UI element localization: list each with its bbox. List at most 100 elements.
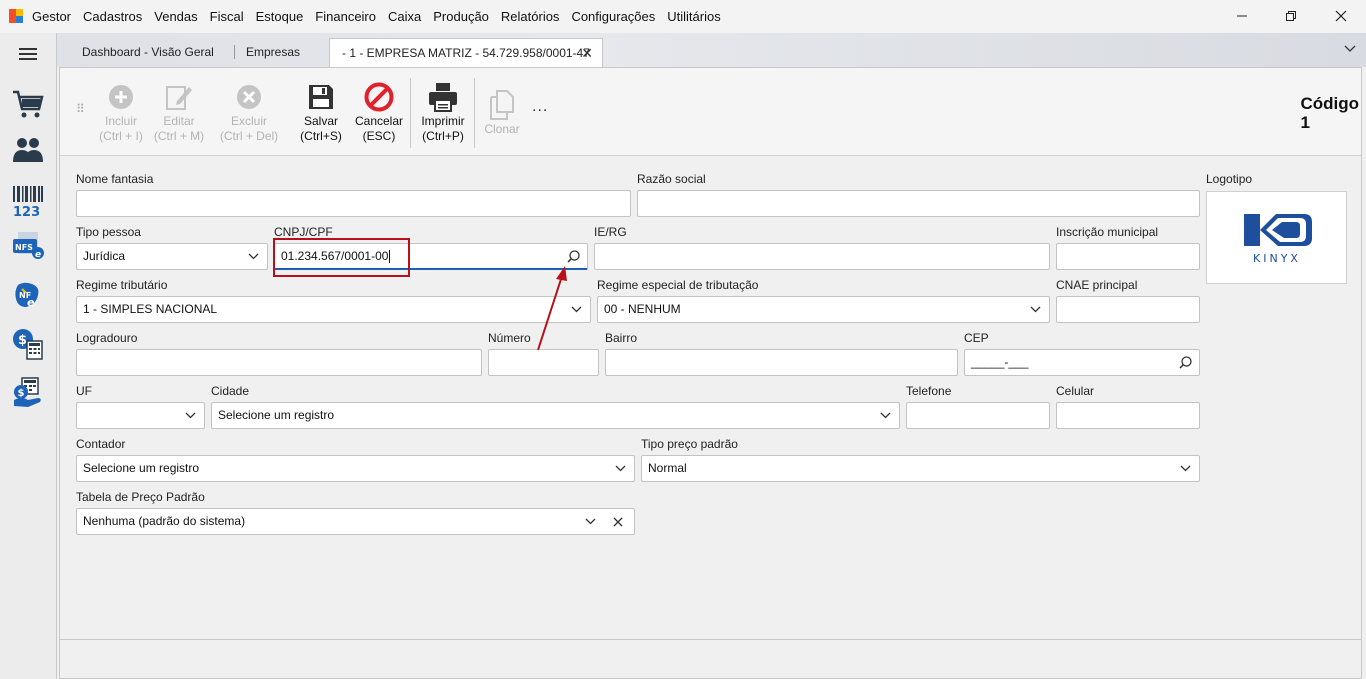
- menu-estoque[interactable]: Estoque: [250, 9, 310, 24]
- salvar-label: Salvar: [303, 114, 338, 128]
- chevron-down-icon[interactable]: [614, 456, 626, 481]
- uf-label: UF: [76, 384, 92, 398]
- save-icon: [309, 85, 333, 109]
- imprimir-label: Imprimir: [421, 114, 465, 128]
- menu-bar: Gestor Cadastros Vendas Fiscal Estoque F…: [32, 9, 727, 24]
- cancelar-button[interactable]: Cancelar (ESC): [352, 80, 406, 144]
- tab-label: Dashboard - Visão Geral: [82, 45, 214, 59]
- salvar-button[interactable]: Salvar (Ctrl+S): [296, 80, 346, 144]
- menu-relatorios[interactable]: Relatórios: [495, 9, 566, 24]
- chevron-down-icon[interactable]: [584, 509, 596, 534]
- imprimir-shortcut: (Ctrl+P): [422, 129, 464, 143]
- tab-close-button[interactable]: ✕: [581, 39, 593, 67]
- edit-icon: [166, 86, 192, 110]
- editar-label: Editar: [163, 114, 195, 128]
- excluir-shortcut: (Ctrl + Del): [219, 129, 279, 143]
- chevron-down-icon[interactable]: [247, 244, 259, 269]
- tab-label: Empresas: [246, 45, 301, 59]
- inscricao-municipal-input[interactable]: [1056, 243, 1200, 270]
- restore-button[interactable]: [1268, 5, 1314, 27]
- regime-especial-value: 00 - NENHUM: [604, 302, 681, 316]
- tabela-preco-padrao-value: Nenhuma (padrão do sistema): [83, 514, 246, 528]
- contador-label: Contador: [76, 437, 126, 451]
- search-icon[interactable]: [1179, 350, 1192, 375]
- close-window-button[interactable]: [1318, 5, 1364, 27]
- sidebar: 123 NFS e NF e $ $: [0, 33, 57, 679]
- tab-dashboard[interactable]: Dashboard - Visão Geral: [70, 38, 226, 67]
- regime-tributario-select[interactable]: 1 - SIMPLES NACIONAL: [76, 296, 591, 323]
- tipo-preco-padrao-select[interactable]: Normal: [641, 455, 1200, 482]
- form-area: [60, 157, 1361, 639]
- regime-especial-select[interactable]: 00 - NENHUM: [597, 296, 1050, 323]
- regime-tributario-label: Regime tributário: [76, 278, 168, 292]
- plus-circle-icon: [109, 85, 133, 109]
- cep-input[interactable]: _____-___: [964, 349, 1200, 376]
- editar-button[interactable]: Editar (Ctrl + M): [152, 80, 206, 144]
- menu-utilitarios[interactable]: Utilitários: [661, 9, 726, 24]
- logradouro-label: Logradouro: [76, 331, 138, 345]
- nfse-icon[interactable]: NFS e: [10, 229, 46, 263]
- chevron-down-icon[interactable]: [879, 403, 891, 428]
- tipo-preco-padrao-label: Tipo preço padrão: [641, 437, 738, 451]
- more-options-button[interactable]: ...: [532, 98, 548, 116]
- toolbar: ⠿ Incluir (Ctrl + I) Editar (Ctrl + M) E…: [60, 68, 1361, 156]
- salvar-shortcut: (Ctrl+S): [300, 129, 342, 143]
- menu-financeiro[interactable]: Financeiro: [309, 9, 382, 24]
- chevron-down-icon[interactable]: [1029, 297, 1041, 322]
- excluir-button[interactable]: Excluir (Ctrl + Del): [216, 80, 282, 144]
- clonar-button[interactable]: Clonar: [480, 88, 524, 137]
- tab-label: - 1 - EMPRESA MATRIZ - 54.729.958/0001-4…: [342, 46, 590, 60]
- tabs-overflow-button[interactable]: [1344, 42, 1356, 56]
- menu-gestor[interactable]: Gestor: [32, 9, 77, 24]
- menu-producao[interactable]: Produção: [427, 9, 495, 24]
- users-icon[interactable]: [10, 133, 46, 167]
- nfe-icon[interactable]: NF e: [10, 279, 46, 313]
- cidade-select[interactable]: Selecione um registro: [211, 402, 900, 429]
- logotipo-image[interactable]: KINYX: [1206, 191, 1347, 284]
- financial-icon[interactable]: $: [10, 375, 46, 409]
- menu-configuracoes[interactable]: Configurações: [565, 9, 661, 24]
- hamburger-menu-icon[interactable]: [10, 39, 46, 69]
- codigo-label: Código: [1300, 94, 1359, 113]
- razao-social-input[interactable]: [637, 190, 1200, 217]
- logradouro-input[interactable]: [76, 349, 482, 376]
- printer-icon: [429, 83, 457, 112]
- editar-shortcut: (Ctrl + M): [153, 129, 205, 143]
- cnae-principal-input[interactable]: [1056, 296, 1200, 323]
- bairro-input[interactable]: [605, 349, 958, 376]
- cart-icon[interactable]: [10, 87, 46, 121]
- menu-vendas[interactable]: Vendas: [148, 9, 203, 24]
- minimize-button[interactable]: [1219, 5, 1265, 27]
- ie-rg-input[interactable]: [594, 243, 1050, 270]
- svg-text:e: e: [35, 250, 41, 260]
- menu-caixa[interactable]: Caixa: [382, 9, 427, 24]
- barcode-icon[interactable]: 123: [10, 183, 46, 219]
- uf-select[interactable]: [76, 402, 205, 429]
- clear-icon[interactable]: [612, 509, 624, 534]
- incluir-button[interactable]: Incluir (Ctrl + I): [94, 80, 148, 144]
- tipo-pessoa-select[interactable]: Jurídica: [76, 243, 268, 270]
- svg-text:e: e: [27, 296, 35, 309]
- telefone-input[interactable]: [906, 402, 1050, 429]
- cash-register-icon[interactable]: $: [10, 327, 46, 361]
- chevron-down-icon[interactable]: [570, 297, 582, 322]
- chevron-down-icon[interactable]: [184, 403, 196, 428]
- tab-empresas[interactable]: Empresas: [234, 38, 312, 67]
- contador-select[interactable]: Selecione um registro: [76, 455, 635, 482]
- menu-cadastros[interactable]: Cadastros: [77, 9, 148, 24]
- nome-fantasia-input[interactable]: [76, 190, 631, 217]
- menu-fiscal[interactable]: Fiscal: [204, 9, 250, 24]
- imprimir-button[interactable]: Imprimir (Ctrl+P): [415, 80, 471, 144]
- minimize-icon: [1237, 15, 1247, 17]
- svg-text:$: $: [18, 388, 25, 399]
- toolbar-grip-icon[interactable]: ⠿: [76, 103, 86, 115]
- delete-circle-icon: [237, 85, 261, 109]
- tabela-preco-padrao-select[interactable]: Nenhuma (padrão do sistema): [76, 508, 635, 535]
- regime-tributario-value: 1 - SIMPLES NACIONAL: [83, 302, 218, 316]
- contador-value: Selecione um registro: [83, 461, 200, 475]
- incluir-shortcut: (Ctrl + I): [99, 129, 143, 143]
- tab-empresa-matriz[interactable]: - 1 - EMPRESA MATRIZ - 54.729.958/0001-4…: [329, 38, 603, 67]
- cancel-icon: [364, 82, 394, 112]
- chevron-down-icon[interactable]: [1179, 456, 1191, 481]
- celular-input[interactable]: [1056, 402, 1200, 429]
